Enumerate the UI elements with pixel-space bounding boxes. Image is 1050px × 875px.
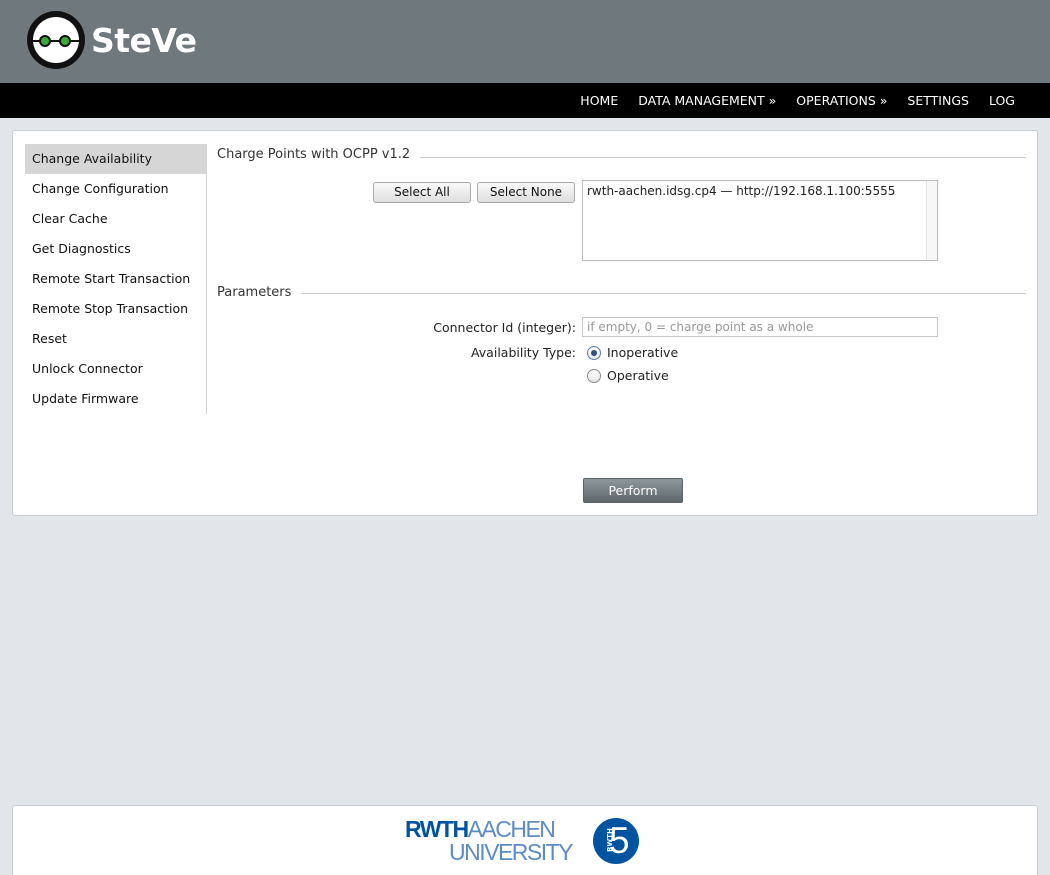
list-scrollbar[interactable] (926, 181, 937, 260)
nav-settings[interactable]: SETTINGS (907, 93, 969, 108)
sidebar-item-update-firmware[interactable]: Update Firmware (25, 384, 206, 414)
connector-id-label: Connector Id (integer): (433, 320, 576, 335)
sidebar-item-get-diagnostics[interactable]: Get Diagnostics (25, 234, 206, 264)
radio-label-inoperative: Inoperative (607, 345, 679, 360)
select-all-button[interactable]: Select All (373, 182, 471, 203)
nav-log[interactable]: LOG (989, 93, 1015, 108)
sidebar-item-reset[interactable]: Reset (25, 324, 206, 354)
radio-operative[interactable]: Operative (587, 368, 669, 383)
nav-data-management[interactable]: DATA MANAGEMENT » (638, 93, 776, 108)
sidebar-item-change-availability[interactable]: Change Availability (25, 144, 206, 174)
rwth-anniversary-badge-icon: RWTH 5 (593, 818, 639, 864)
page-footer: RWTHAACHEN UNIVERSITY RWTH 5 (12, 805, 1038, 875)
section-divider (217, 293, 1026, 294)
main-panel: Change Availability Change Configuration… (12, 130, 1038, 516)
charge-point-list[interactable]: rwth-aachen.idsg.cp4 — http://192.168.1.… (582, 180, 938, 261)
perform-button[interactable]: Perform (583, 478, 683, 503)
badge-number: 5 (609, 820, 630, 861)
charge-point-option[interactable]: rwth-aachen.idsg.cp4 — http://192.168.1.… (583, 181, 937, 198)
nav-operations[interactable]: OPERATIONS » (796, 93, 887, 108)
app-header: SteVe (0, 0, 1050, 83)
sidebar-item-unlock-connector[interactable]: Unlock Connector (25, 354, 206, 384)
robot-logo-icon (27, 11, 85, 69)
radio-label-operative: Operative (607, 368, 669, 383)
logo-text-university: UNIVERSITY (449, 839, 574, 865)
sidebar-item-remote-start-transaction[interactable]: Remote Start Transaction (25, 264, 206, 294)
availability-type-label: Availability Type: (470, 345, 576, 360)
steve-logo[interactable]: SteVe (27, 11, 197, 69)
connector-id-input[interactable] (582, 317, 938, 337)
sidebar-item-remote-stop-transaction[interactable]: Remote Stop Transaction (25, 294, 206, 324)
radio-checked-icon[interactable] (587, 345, 601, 360)
charge-points-section-title: Charge Points with OCPP v1.2 (217, 147, 421, 162)
nav-home[interactable]: HOME (580, 93, 618, 108)
operations-sidebar: Change Availability Change Configuration… (25, 144, 207, 414)
radio-inoperative[interactable]: Inoperative (587, 345, 678, 360)
top-navbar: HOME DATA MANAGEMENT » OPERATIONS » SETT… (0, 83, 1050, 118)
select-none-button[interactable]: Select None (477, 182, 575, 203)
app-name: SteVe (91, 20, 197, 60)
sidebar-item-change-configuration[interactable]: Change Configuration (25, 174, 206, 204)
parameters-section-title: Parameters (217, 285, 302, 300)
radio-unchecked-icon[interactable] (587, 368, 601, 383)
sidebar-item-clear-cache[interactable]: Clear Cache (25, 204, 206, 234)
rwth-aachen-logo[interactable]: RWTHAACHEN UNIVERSITY (405, 818, 575, 866)
main-nav: HOME DATA MANAGEMENT » OPERATIONS » SETT… (560, 83, 1015, 118)
